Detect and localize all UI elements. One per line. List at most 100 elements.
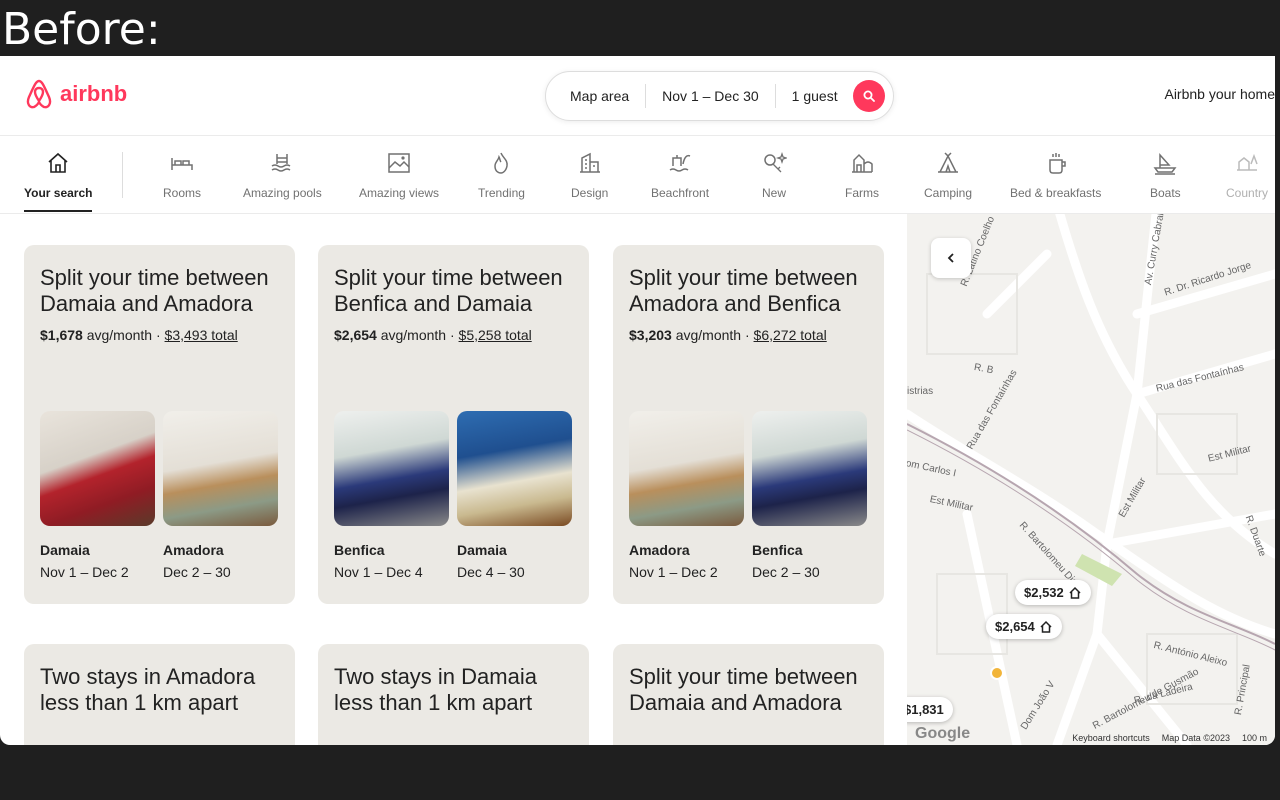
stay-place: Amadora bbox=[629, 542, 690, 558]
category-label: Farms bbox=[845, 186, 879, 200]
category-your-search[interactable]: Your search bbox=[24, 150, 93, 212]
category-label: Bed & breakfasts bbox=[1010, 186, 1102, 200]
stay-info: Amadora Nov 1 – Dec 2 bbox=[629, 539, 718, 583]
stay-dates: Dec 4 – 30 bbox=[457, 564, 525, 580]
avg-price: $3,203 bbox=[629, 327, 672, 343]
category-label: Design bbox=[571, 186, 609, 200]
category-design[interactable]: Design bbox=[571, 150, 608, 200]
map-price-pin[interactable]: $1,831 bbox=[907, 697, 953, 722]
category-country[interactable]: Country bbox=[1226, 150, 1268, 200]
search-where[interactable]: Map area bbox=[546, 84, 647, 108]
category-label: Amazing views bbox=[359, 186, 440, 200]
home-icon bbox=[48, 152, 68, 173]
card-title: Split your time between Benfica and Dama… bbox=[334, 265, 563, 316]
card-title: Split your time between Amadora and Benf… bbox=[629, 265, 858, 316]
category-amazing-pools[interactable]: Amazing pools bbox=[243, 150, 322, 200]
map-price-pin[interactable]: $2,654 bbox=[986, 614, 1062, 639]
category-label: Trending bbox=[478, 186, 525, 200]
boat-icon bbox=[1153, 153, 1177, 175]
stay-place: Benfica bbox=[752, 542, 803, 558]
pin-price: $1,831 bbox=[907, 702, 944, 717]
map-data-label: Map Data ©2023 bbox=[1161, 733, 1230, 743]
before-label: Before: bbox=[2, 4, 161, 55]
split-stay-card[interactable]: Split your time between Damaia and Amado… bbox=[613, 644, 884, 745]
barn-icon bbox=[852, 153, 873, 173]
listing-photo[interactable] bbox=[457, 411, 572, 526]
search-button[interactable] bbox=[853, 80, 885, 112]
total-price-link[interactable]: $6,272 total bbox=[754, 327, 827, 343]
home-icon bbox=[1069, 586, 1081, 599]
top-header: airbnb Map area Nov 1 – Dec 30 1 guest A… bbox=[0, 56, 1275, 136]
stay-info: Damaia Nov 1 – Dec 2 bbox=[40, 539, 129, 583]
google-logo: Google bbox=[915, 725, 971, 742]
avg-suffix: avg/month · bbox=[86, 327, 161, 343]
avg-suffix: avg/month · bbox=[675, 327, 750, 343]
listing-photo[interactable] bbox=[40, 411, 155, 526]
listing-photo[interactable] bbox=[163, 411, 278, 526]
search-who[interactable]: 1 guest bbox=[776, 84, 854, 108]
stay-info: Damaia Dec 4 – 30 bbox=[457, 539, 525, 583]
coffee-icon bbox=[1048, 153, 1066, 174]
map-attribution: Keyboard shortcuts Map Data ©2023 100 m bbox=[1072, 733, 1267, 743]
stay-info: Benfica Nov 1 – Dec 4 bbox=[334, 539, 423, 583]
category-beachfront[interactable]: Beachfront bbox=[651, 150, 709, 200]
stay-dates: Dec 2 – 30 bbox=[752, 564, 820, 580]
split-stay-card[interactable]: Split your time between Amadora and Benf… bbox=[613, 245, 884, 604]
pool-icon bbox=[271, 154, 291, 172]
total-price-link[interactable]: $3,493 total bbox=[165, 327, 238, 343]
split-stay-card[interactable]: Split your time between Damaia and Amado… bbox=[24, 245, 295, 604]
card-price: $1,678 avg/month · $3,493 total bbox=[40, 327, 279, 343]
stay-dates: Dec 2 – 30 bbox=[163, 564, 231, 580]
category-camping[interactable]: Camping bbox=[924, 150, 972, 200]
category-label: Beachfront bbox=[651, 186, 710, 200]
map-price-pin[interactable]: $2,532 bbox=[1015, 580, 1091, 605]
collapse-map-button[interactable] bbox=[931, 238, 971, 278]
search-when[interactable]: Nov 1 – Dec 30 bbox=[646, 84, 776, 108]
photo-pair bbox=[629, 411, 867, 526]
stay-place: Damaia bbox=[457, 542, 507, 558]
keyboard-shortcuts-link[interactable]: Keyboard shortcuts bbox=[1072, 733, 1150, 743]
category-bed-breakfasts[interactable]: Bed & breakfasts bbox=[1010, 150, 1101, 200]
split-stay-card[interactable]: Two stays in Amadora less than 1 km apar… bbox=[24, 644, 295, 745]
split-stay-card[interactable]: Two stays in Damaia less than 1 km apart bbox=[318, 644, 589, 745]
airbnb-logo-icon bbox=[26, 79, 52, 109]
brand-name: airbnb bbox=[60, 81, 128, 106]
category-new[interactable]: New bbox=[761, 150, 787, 200]
listing-photo[interactable] bbox=[629, 411, 744, 526]
card-price: $3,203 avg/month · $6,272 total bbox=[629, 327, 868, 343]
map-panel[interactable]: R. Latino Coelho Av. Curry Cabral R. Dr.… bbox=[907, 214, 1275, 745]
search-bar[interactable]: Map area Nov 1 – Dec 30 1 guest bbox=[545, 71, 894, 121]
pin-price: $2,654 bbox=[995, 619, 1035, 634]
category-label: Rooms bbox=[163, 186, 202, 200]
total-price-link[interactable]: $5,258 total bbox=[459, 327, 532, 343]
stay-info: Amadora Dec 2 – 30 bbox=[163, 539, 231, 583]
split-stay-card[interactable]: Split your time between Benfica and Dama… bbox=[318, 245, 589, 604]
stay-info: Benfica Dec 2 – 30 bbox=[752, 539, 820, 583]
category-label: Camping bbox=[924, 186, 973, 200]
category-label: Boats bbox=[1150, 186, 1181, 200]
search-icon bbox=[863, 90, 875, 102]
airbnb-logo[interactable]: airbnb bbox=[24, 78, 127, 110]
building-icon bbox=[579, 152, 600, 173]
stay-place: Damaia bbox=[40, 542, 90, 558]
poi-marker[interactable] bbox=[990, 666, 1004, 680]
category-label: New bbox=[761, 186, 786, 200]
listing-photo[interactable] bbox=[752, 411, 867, 526]
photo-pair bbox=[334, 411, 572, 526]
card-title: Split your time between Damaia and Amado… bbox=[629, 664, 858, 715]
stay-dates: Nov 1 – Dec 4 bbox=[334, 564, 423, 580]
category-boats[interactable]: Boats bbox=[1150, 150, 1181, 200]
category-label: Your search bbox=[24, 186, 93, 200]
stay-place: Benfica bbox=[334, 542, 385, 558]
card-title: Two stays in Damaia less than 1 km apart bbox=[334, 664, 537, 715]
listing-photo[interactable] bbox=[334, 411, 449, 526]
stay-dates: Nov 1 – Dec 2 bbox=[629, 564, 718, 580]
host-link[interactable]: Airbnb your home bbox=[1164, 86, 1275, 102]
country-icon bbox=[1237, 153, 1258, 171]
flame-icon bbox=[494, 152, 509, 174]
category-amazing-views[interactable]: Amazing views bbox=[359, 150, 439, 200]
avg-suffix: avg/month · bbox=[380, 327, 455, 343]
category-rooms[interactable]: Rooms bbox=[163, 150, 201, 200]
category-farms[interactable]: Farms bbox=[845, 150, 879, 200]
category-trending[interactable]: Trending bbox=[478, 150, 525, 200]
